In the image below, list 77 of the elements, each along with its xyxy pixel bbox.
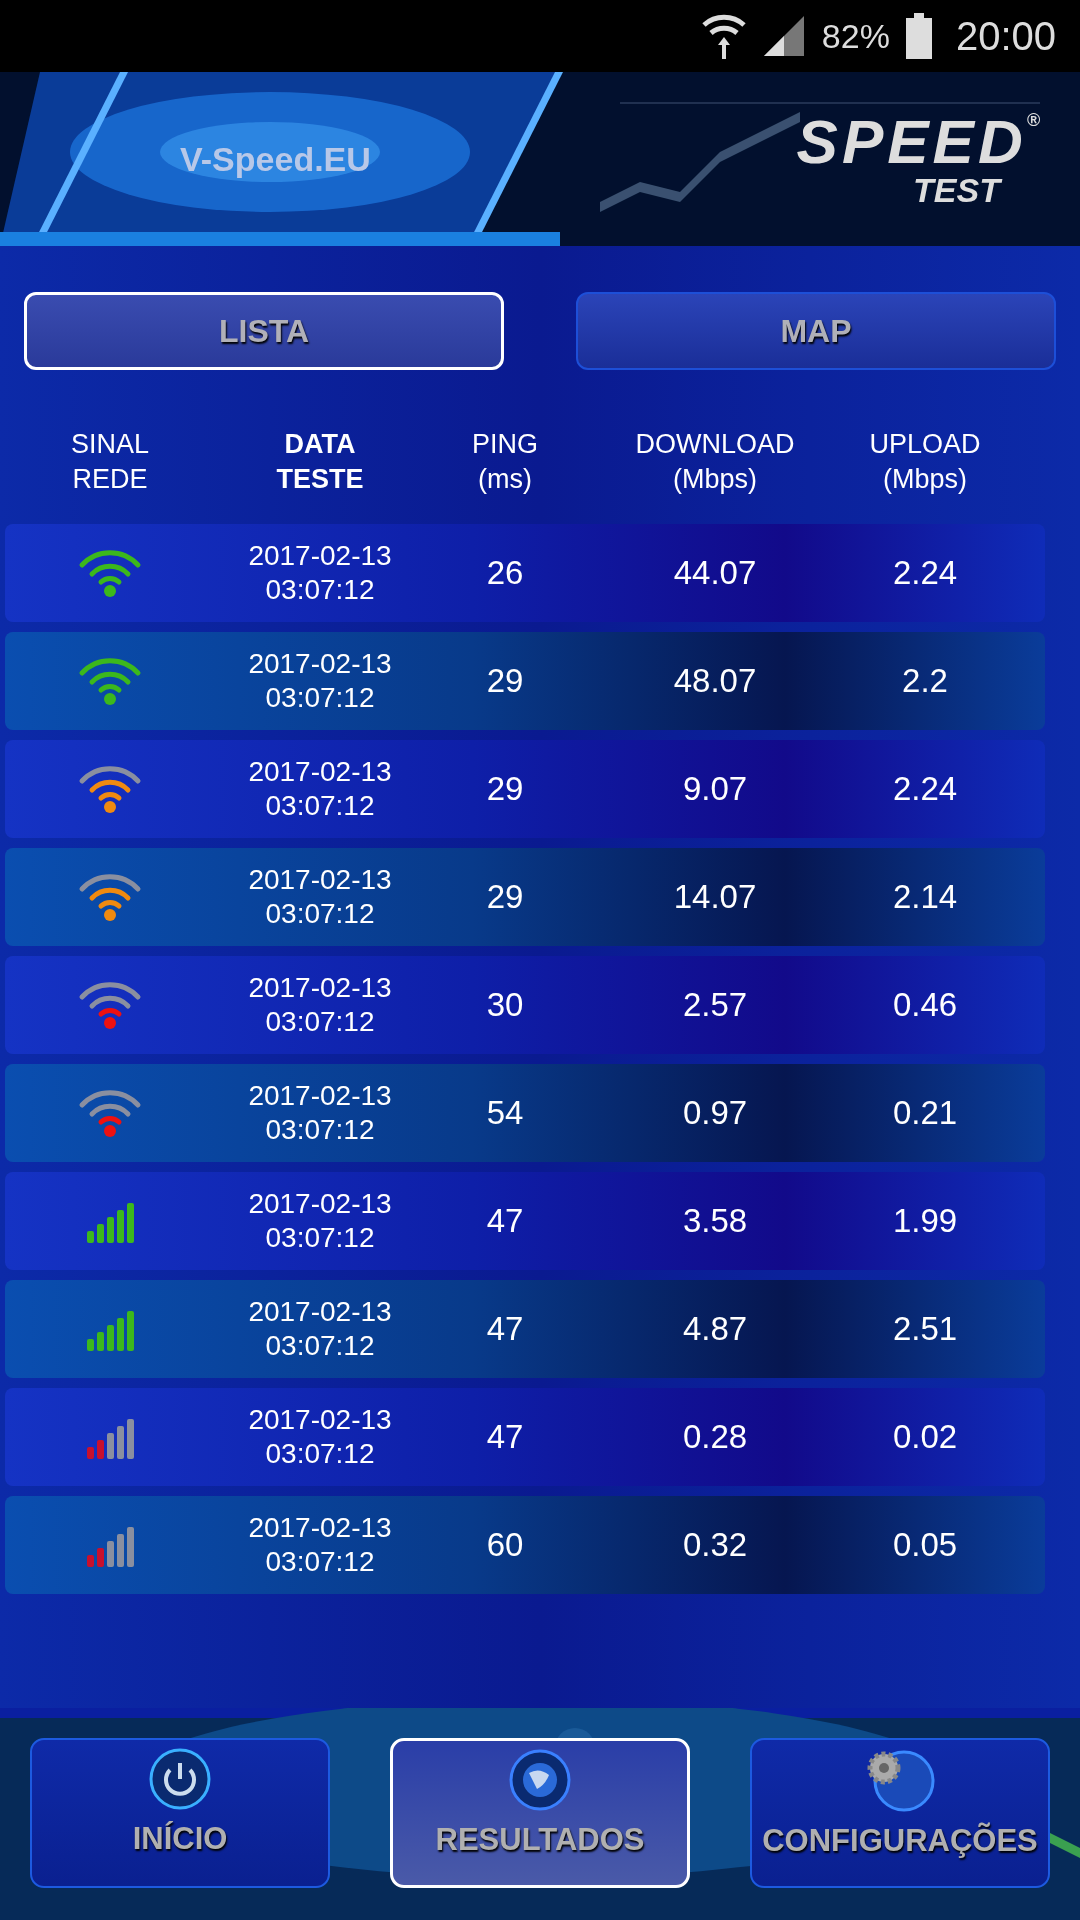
download-value: 44.07: [673, 553, 757, 594]
table-row[interactable]: 2017-02-13 03:07:12 29 9.07 2.24: [5, 740, 1045, 838]
download-value: 3.58: [682, 1201, 748, 1242]
ping-value: 26: [486, 553, 524, 594]
ping-value: 29: [486, 877, 524, 918]
test-date: 2017-02-13: [248, 1187, 392, 1221]
table-row[interactable]: 2017-02-13 03:07:12 54 0.97 0.21: [5, 1064, 1045, 1162]
download-value: 0.28: [682, 1417, 748, 1458]
clock: 20:00: [955, 13, 1056, 60]
test-time: 03:07:12: [265, 1221, 375, 1255]
test-time: 03:07:12: [265, 1329, 375, 1363]
nav-button[interactable]: INÍCIO: [30, 1738, 330, 1888]
power-icon: [149, 1748, 211, 1810]
logo-wordmark: SPEED: [796, 107, 1027, 176]
download-value: 0.32: [682, 1525, 748, 1566]
upload-value: 1.99: [892, 1201, 958, 1242]
test-date: 2017-02-13: [248, 539, 392, 573]
upload-value: 0.21: [892, 1093, 958, 1134]
nav-button[interactable]: CONFIGURAÇÕES: [750, 1738, 1050, 1888]
download-value: 2.57: [682, 985, 748, 1026]
table-row[interactable]: 2017-02-13 03:07:12 47 4.87 2.51: [5, 1280, 1045, 1378]
table-row[interactable]: 2017-02-13 03:07:12 26 44.07 2.24: [5, 524, 1045, 622]
ping-value: 30: [486, 985, 524, 1026]
test-date: 2017-02-13: [248, 1079, 392, 1113]
download-value: 9.07: [682, 769, 748, 810]
download-value: 14.07: [673, 877, 757, 918]
globe-icon: [509, 1749, 571, 1811]
test-time: 03:07:12: [265, 1437, 375, 1471]
test-date: 2017-02-13: [248, 971, 392, 1005]
test-date: 2017-02-13: [248, 755, 392, 789]
test-date: 2017-02-13: [248, 863, 392, 897]
tab[interactable]: LISTA: [24, 292, 504, 370]
test-date: 2017-02-13: [248, 647, 392, 681]
table-row[interactable]: 2017-02-13 03:07:12 60 0.32 0.05: [5, 1496, 1045, 1594]
upload-value: 0.05: [892, 1525, 958, 1566]
test-time: 03:07:12: [265, 1545, 375, 1579]
test-time: 03:07:12: [265, 789, 375, 823]
test-time: 03:07:12: [265, 1005, 375, 1039]
test-time: 03:07:12: [265, 1113, 375, 1147]
test-date: 2017-02-13: [248, 1295, 392, 1329]
table-row[interactable]: 2017-02-13 03:07:12 47 0.28 0.02: [5, 1388, 1045, 1486]
ping-value: 47: [486, 1309, 524, 1350]
upload-value: 2.14: [892, 877, 958, 918]
upload-value: 2.51: [892, 1309, 958, 1350]
column-header: DATA TESTE: [275, 427, 365, 496]
download-value: 0.97: [682, 1093, 748, 1134]
test-date: 2017-02-13: [248, 1403, 392, 1437]
upload-value: 0.02: [892, 1417, 958, 1458]
ping-value: 29: [486, 769, 524, 810]
battery-icon: [905, 13, 932, 59]
upload-value: 2.24: [892, 553, 958, 594]
ping-value: 29: [486, 661, 524, 702]
upload-value: 0.46: [892, 985, 958, 1026]
column-header: PING (ms): [471, 427, 539, 496]
table-row[interactable]: 2017-02-13 03:07:12 30 2.57 0.46: [5, 956, 1045, 1054]
column-header: UPLOAD (Mbps): [868, 427, 982, 496]
table-row[interactable]: 2017-02-13 03:07:12 29 48.07 2.2: [5, 632, 1045, 730]
brand-name: V-Speed.EU: [180, 138, 371, 180]
test-time: 03:07:12: [265, 573, 375, 607]
download-value: 4.87: [682, 1309, 748, 1350]
test-time: 03:07:12: [265, 897, 375, 931]
upload-value: 2.24: [892, 769, 958, 810]
upload-value: 2.2: [902, 661, 948, 702]
battery-percentage: 82%: [821, 15, 890, 57]
ping-value: 54: [486, 1093, 524, 1134]
registered-mark: ®: [1026, 110, 1040, 130]
tab[interactable]: MAP: [576, 292, 1056, 370]
ping-value: 47: [486, 1417, 524, 1458]
column-header: SINAL REDE: [69, 427, 150, 496]
download-value: 48.07: [673, 661, 757, 702]
ping-value: 60: [486, 1525, 524, 1566]
column-header: DOWNLOAD (Mbps): [634, 427, 796, 496]
test-time: 03:07:12: [265, 681, 375, 715]
ping-value: 47: [486, 1201, 524, 1242]
test-date: 2017-02-13: [248, 1511, 392, 1545]
table-row[interactable]: 2017-02-13 03:07:12 29 14.07 2.14: [5, 848, 1045, 946]
table-row[interactable]: 2017-02-13 03:07:12 47 3.58 1.99: [5, 1172, 1045, 1270]
